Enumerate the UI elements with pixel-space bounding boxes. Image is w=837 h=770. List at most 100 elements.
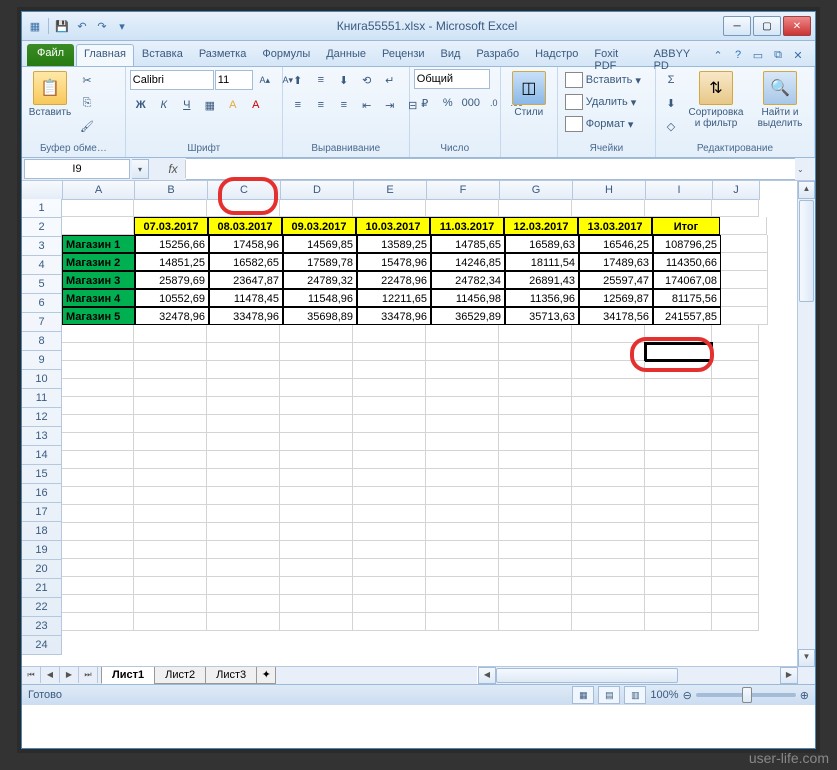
cell[interactable] [134,541,207,559]
cell[interactable] [62,343,134,361]
cell[interactable] [134,595,207,613]
tab-разметка[interactable]: Разметка [191,44,255,66]
row-header[interactable]: 12 [22,408,62,427]
cell[interactable] [62,379,134,397]
page-layout-view-button[interactable]: ▤ [598,686,620,704]
row-header[interactable]: 23 [22,617,62,636]
cell[interactable]: 13.03.2017 [578,217,652,235]
cell[interactable] [62,469,134,487]
cell[interactable] [134,397,207,415]
tab-разрабо[interactable]: Разрабо [468,44,527,66]
row-header[interactable]: 1 [22,199,62,218]
cell[interactable] [499,469,572,487]
tab-надстро[interactable]: Надстро [527,44,586,66]
cell[interactable]: 14851,25 [135,253,209,271]
cell[interactable] [645,343,712,361]
cell[interactable]: 108796,25 [653,235,721,253]
horizontal-scrollbar[interactable]: ◀ ▶ [478,666,798,684]
tab-foxit pdf[interactable]: Foxit PDF [586,44,645,66]
cell[interactable] [572,487,645,505]
cell[interactable] [645,541,712,559]
cell[interactable]: 17458,96 [209,235,283,253]
name-box-dropdown[interactable]: ▾ [132,159,149,179]
cell[interactable]: 18111,54 [505,253,579,271]
autosum-icon[interactable]: Σ [660,69,682,91]
cell[interactable] [62,559,134,577]
cell[interactable] [280,433,353,451]
wrap-text-icon[interactable]: ↵ [379,69,401,91]
cell[interactable] [207,505,280,523]
cell[interactable] [499,199,572,217]
tab-формулы[interactable]: Формулы [254,44,318,66]
cell[interactable] [645,559,712,577]
cell[interactable] [207,415,280,433]
cell[interactable] [62,595,134,613]
cell[interactable]: 11548,96 [283,289,357,307]
cell[interactable] [207,433,280,451]
cell[interactable]: 33478,96 [209,307,283,325]
cell[interactable] [572,505,645,523]
currency-icon[interactable]: ₽ [414,92,436,114]
cell[interactable] [645,379,712,397]
cell[interactable] [353,343,426,361]
zoom-out-button[interactable]: ⊖ [683,689,692,702]
cell[interactable] [645,613,712,631]
cell[interactable] [645,451,712,469]
underline-button[interactable]: Ч [176,94,198,116]
cell[interactable] [353,613,426,631]
cell[interactable] [280,397,353,415]
cell[interactable]: Магазин 2 [62,253,135,271]
undo-icon[interactable]: ↶ [73,17,91,35]
cell[interactable] [62,487,134,505]
cell[interactable] [280,613,353,631]
cell[interactable] [134,487,207,505]
cell[interactable]: 15478,96 [357,253,431,271]
cell[interactable] [353,433,426,451]
cell[interactable] [572,361,645,379]
excel-icon[interactable]: ▦ [26,17,44,35]
help-icon[interactable]: ? [730,47,746,63]
save-icon[interactable]: 💾 [53,17,71,35]
cell[interactable] [134,343,207,361]
cell[interactable] [280,451,353,469]
cell[interactable]: 174067,08 [653,271,721,289]
sheet-nav-button[interactable]: ⏮ [22,667,41,683]
cell[interactable] [499,361,572,379]
cell[interactable] [207,397,280,415]
cell[interactable]: 32478,96 [135,307,209,325]
cell[interactable] [353,451,426,469]
align-bottom-icon[interactable]: ⬇ [333,69,355,91]
cell[interactable]: 10552,69 [135,289,209,307]
row-header[interactable]: 5 [22,275,62,294]
cell[interactable] [645,199,712,217]
cell[interactable]: Магазин 4 [62,289,135,307]
cell[interactable] [572,541,645,559]
cell[interactable] [62,451,134,469]
cell[interactable] [499,415,572,433]
cell[interactable] [353,199,426,217]
row-header[interactable]: 24 [22,636,62,655]
column-header[interactable]: A [63,181,135,199]
cell[interactable] [280,469,353,487]
cell[interactable]: 13589,25 [357,235,431,253]
expand-formula-bar-icon[interactable]: ⌄ [797,165,813,174]
redo-icon[interactable]: ↷ [93,17,111,35]
cell[interactable] [280,379,353,397]
cell[interactable] [134,325,207,343]
cell[interactable] [62,523,134,541]
orientation-icon[interactable]: ⟲ [356,69,378,91]
cell[interactable] [134,361,207,379]
row-header[interactable]: 19 [22,541,62,560]
cell[interactable] [499,595,572,613]
cell[interactable] [426,379,499,397]
cell[interactable]: 17589,78 [283,253,357,271]
cell[interactable] [712,433,759,451]
row-header[interactable]: 18 [22,522,62,541]
cell[interactable]: Магазин 1 [62,235,135,253]
align-right-icon[interactable]: ≡ [333,94,355,116]
cell[interactable] [207,541,280,559]
cut-icon[interactable]: ✂ [76,69,98,91]
cell[interactable]: 24782,34 [431,271,505,289]
cell[interactable] [353,469,426,487]
cell[interactable] [645,415,712,433]
